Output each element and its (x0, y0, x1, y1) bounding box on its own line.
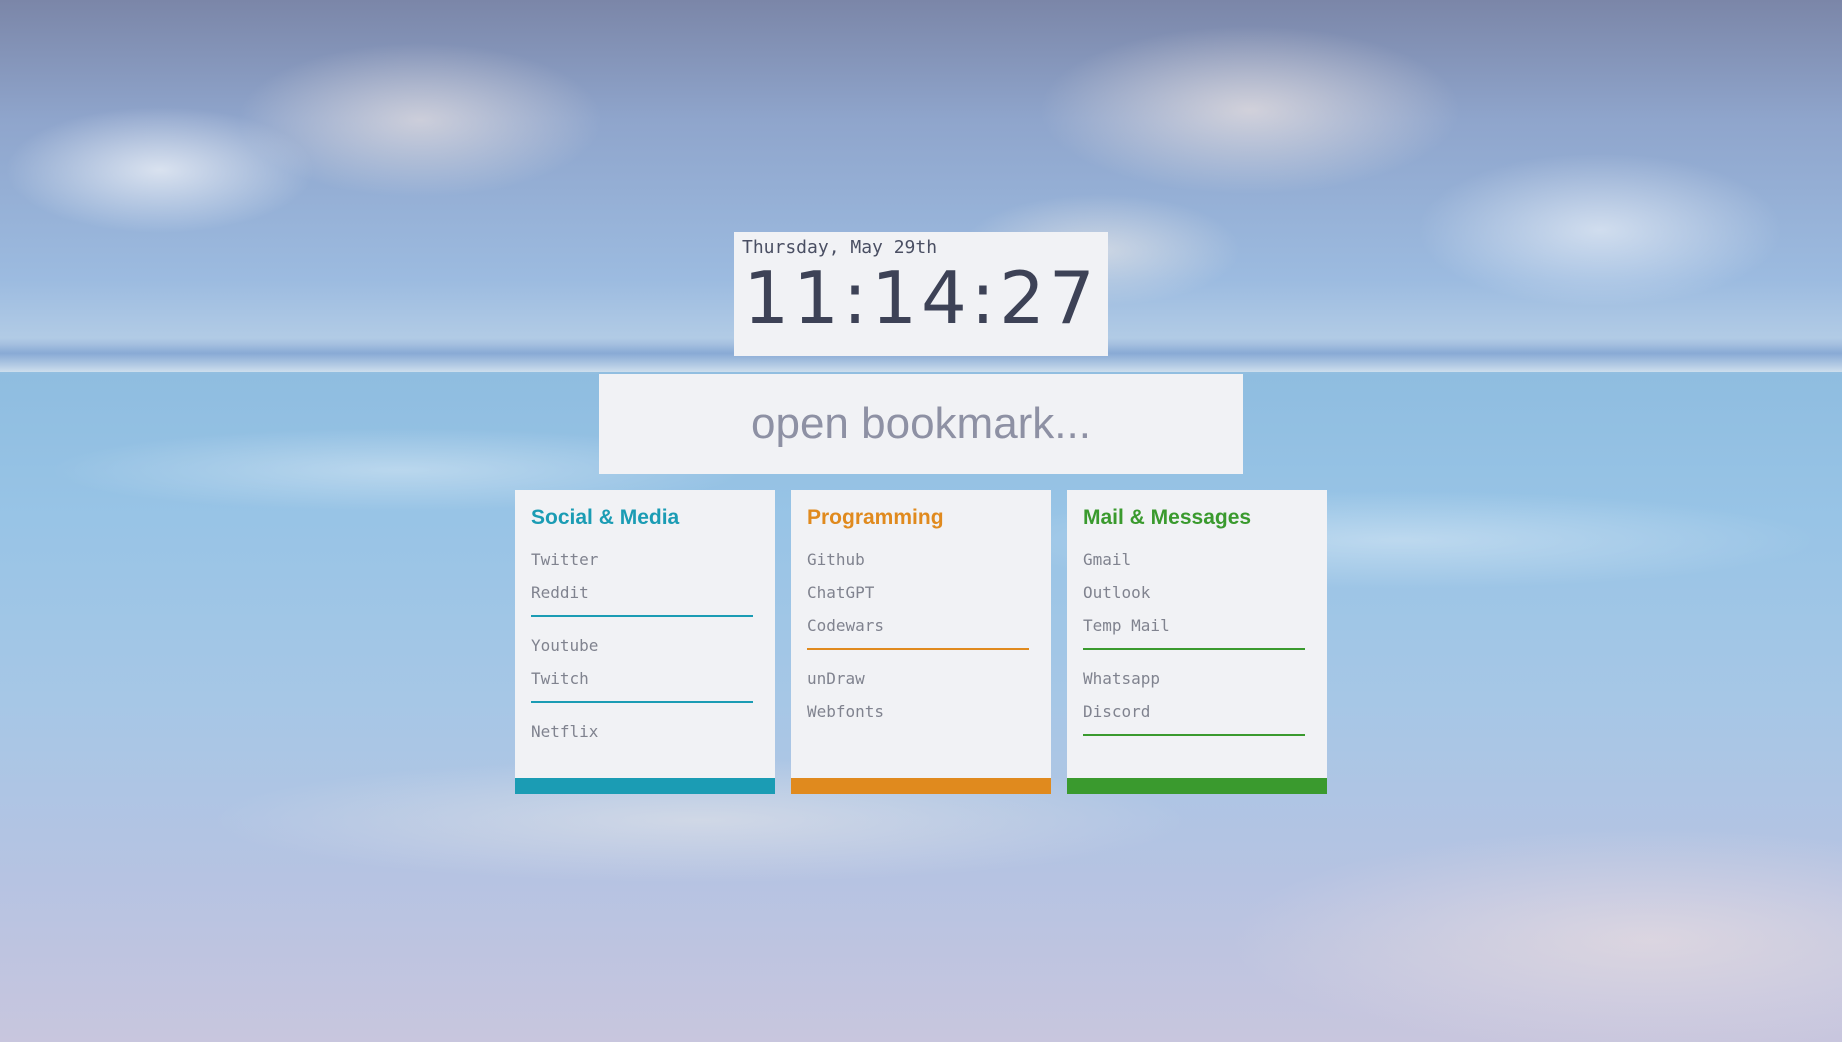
link-group: Github ChatGPT Codewars (807, 543, 1029, 650)
bookmark-link-webfonts[interactable]: Webfonts (807, 695, 1029, 728)
bookmark-link-twitter[interactable]: Twitter (531, 543, 753, 576)
clock-date: Thursday, May 29th (742, 237, 938, 258)
bookmark-search-box (599, 373, 1243, 475)
bookmark-link-github[interactable]: Github (807, 543, 1029, 576)
card-links: Gmail Outlook Temp Mail Whatsapp Discord (1083, 543, 1305, 748)
bookmark-link-outlook[interactable]: Outlook (1083, 576, 1305, 609)
card-links: Twitter Reddit Youtube Twitch Netflix (531, 543, 753, 748)
card-title: Mail & Messages (1083, 506, 1252, 529)
bookmark-search-input[interactable] (599, 373, 1243, 475)
bookmark-link-codewars[interactable]: Codewars (807, 609, 1029, 642)
card-programming: Programming Github ChatGPT Codewars unDr… (791, 490, 1051, 794)
link-group: Netflix (531, 715, 753, 748)
link-group: Twitter Reddit (531, 543, 753, 617)
bookmark-link-temp-mail[interactable]: Temp Mail (1083, 609, 1305, 642)
clock-time: 11:14:27 (743, 256, 1099, 340)
card-title: Social & Media (531, 506, 680, 529)
link-group: unDraw Webfonts (807, 662, 1029, 728)
bookmark-link-reddit[interactable]: Reddit (531, 576, 753, 609)
bookmark-link-whatsapp[interactable]: Whatsapp (1083, 662, 1305, 695)
bookmark-link-netflix[interactable]: Netflix (531, 715, 753, 748)
bookmark-link-twitch[interactable]: Twitch (531, 662, 753, 695)
bookmark-link-undraw[interactable]: unDraw (807, 662, 1029, 695)
bookmark-link-gmail[interactable]: Gmail (1083, 543, 1305, 576)
card-social-media: Social & Media Twitter Reddit Youtube Tw… (515, 490, 775, 794)
card-accent-bar (791, 778, 1051, 794)
bookmark-link-chatgpt[interactable]: ChatGPT (807, 576, 1029, 609)
card-links: Github ChatGPT Codewars unDraw Webfonts (807, 543, 1029, 728)
link-group: Whatsapp Discord (1083, 662, 1305, 736)
bookmark-link-discord[interactable]: Discord (1083, 695, 1305, 728)
card-accent-bar (515, 778, 775, 794)
card-mail-messages: Mail & Messages Gmail Outlook Temp Mail … (1067, 490, 1327, 794)
link-group: Youtube Twitch (531, 629, 753, 703)
card-title: Programming (807, 506, 944, 529)
clock-widget: Thursday, May 29th 11:14:27 (734, 232, 1108, 356)
link-group: Gmail Outlook Temp Mail (1083, 543, 1305, 650)
bookmark-link-youtube[interactable]: Youtube (531, 629, 753, 662)
card-accent-bar (1067, 778, 1327, 794)
